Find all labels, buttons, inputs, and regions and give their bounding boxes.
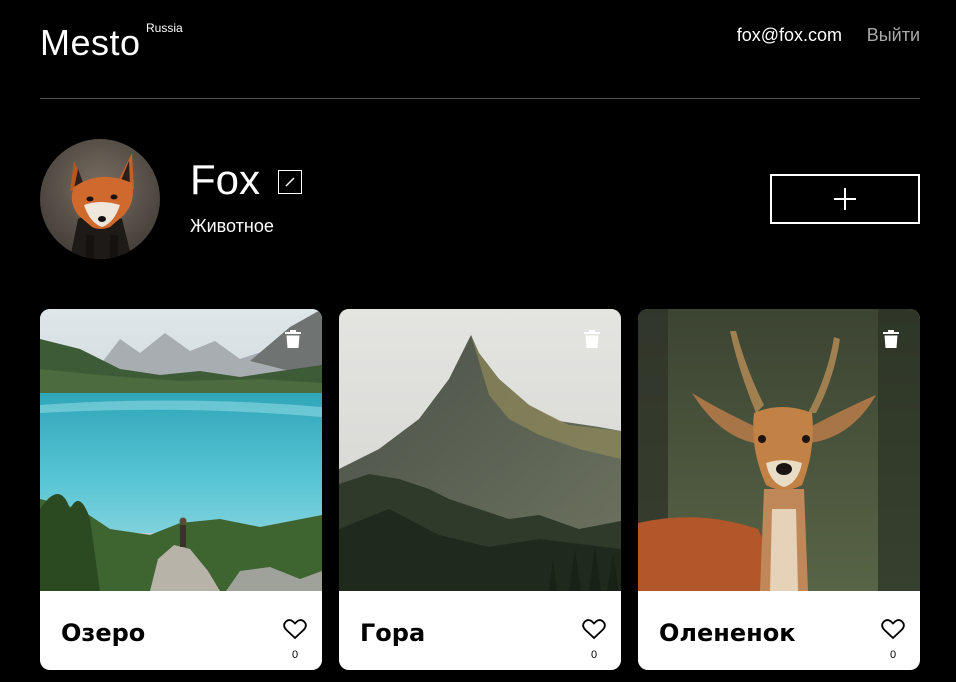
- like-count: 0: [291, 649, 299, 661]
- logout-link[interactable]: Выйти: [867, 25, 920, 46]
- plus-icon: [834, 188, 856, 210]
- edit-profile-button[interactable]: [278, 170, 302, 194]
- trash-icon[interactable]: [283, 329, 303, 349]
- card: Озеро 0: [40, 309, 322, 670]
- logo-superscript: Russia: [146, 21, 183, 35]
- heart-icon[interactable]: [881, 618, 905, 640]
- like-count: 0: [590, 649, 598, 661]
- card-title: Гора: [360, 619, 426, 647]
- header: Mesto Russia fox@fox.com Выйти: [40, 0, 920, 99]
- profile-about: Животное: [190, 216, 274, 236]
- deer-photo[interactable]: [638, 309, 920, 591]
- heart-icon[interactable]: [582, 618, 606, 640]
- card: Олененок 0: [638, 309, 920, 670]
- trash-icon[interactable]: [881, 329, 901, 349]
- card-title: Озеро: [61, 619, 146, 647]
- mountain-photo[interactable]: [339, 309, 621, 591]
- card-title: Олененок: [659, 619, 796, 647]
- pencil-icon: [285, 177, 295, 187]
- add-card-button[interactable]: [770, 174, 920, 224]
- profile-name: Fox: [190, 156, 261, 203]
- trash-icon[interactable]: [582, 329, 602, 349]
- heart-icon[interactable]: [283, 618, 307, 640]
- logo: Mesto: [40, 22, 141, 63]
- avatar[interactable]: [40, 139, 160, 259]
- user-email: fox@fox.com: [736, 25, 842, 45]
- card: Гора 0: [339, 309, 621, 670]
- profile: Fox Животное: [40, 139, 920, 259]
- lake-photo[interactable]: [40, 309, 322, 591]
- like-count: 0: [889, 649, 897, 661]
